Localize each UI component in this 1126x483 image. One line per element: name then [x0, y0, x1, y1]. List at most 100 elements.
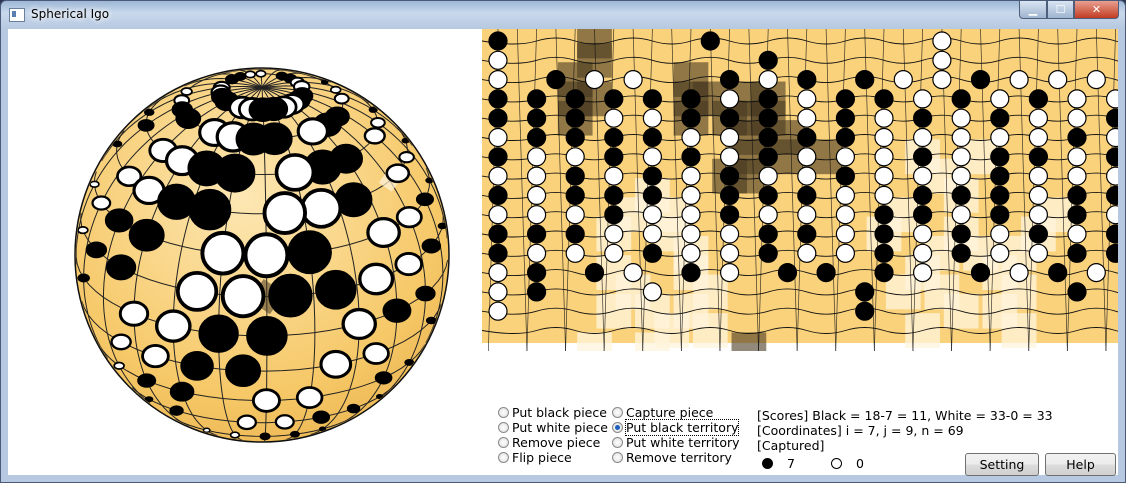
- white-stone[interactable]: [1028, 185, 1049, 205]
- black-stone[interactable]: [1028, 89, 1049, 109]
- black-stone[interactable]: [248, 97, 278, 123]
- black-stone[interactable]: [835, 127, 855, 148]
- white-stone[interactable]: [681, 166, 701, 186]
- black-stone[interactable]: [642, 185, 662, 205]
- black-stone[interactable]: [526, 108, 547, 128]
- black-stone[interactable]: [526, 282, 547, 302]
- black-stone[interactable]: [913, 205, 933, 225]
- black-stone[interactable]: [604, 185, 624, 205]
- white-stone[interactable]: [1067, 147, 1087, 167]
- black-stone[interactable]: [112, 140, 123, 148]
- white-stone[interactable]: [488, 282, 508, 302]
- white-stone[interactable]: [1048, 69, 1068, 90]
- black-stone[interactable]: [874, 224, 894, 244]
- black-stone[interactable]: [198, 314, 239, 353]
- white-stone[interactable]: [797, 147, 817, 167]
- white-stone[interactable]: [584, 69, 605, 90]
- white-stone[interactable]: [642, 147, 662, 167]
- black-stone[interactable]: [565, 108, 585, 128]
- white-stone[interactable]: [951, 147, 971, 167]
- white-stone[interactable]: [913, 243, 933, 263]
- black-stone[interactable]: [315, 269, 357, 310]
- white-stone[interactable]: [720, 224, 740, 244]
- radio-put-black-territory[interactable]: Put black territory: [612, 419, 740, 436]
- black-stone[interactable]: [320, 79, 329, 85]
- white-stone[interactable]: [251, 388, 281, 413]
- white-stone[interactable]: [488, 127, 508, 148]
- white-stone[interactable]: [333, 92, 350, 105]
- black-stone[interactable]: [565, 127, 585, 148]
- black-stone[interactable]: [642, 166, 662, 186]
- black-stone[interactable]: [128, 218, 165, 252]
- white-stone[interactable]: [758, 166, 778, 186]
- white-stone[interactable]: [623, 263, 643, 283]
- black-stone[interactable]: [797, 69, 817, 90]
- black-stone[interactable]: [488, 243, 508, 263]
- radio-indicator[interactable]: [498, 452, 509, 463]
- black-stone[interactable]: [421, 238, 442, 254]
- white-stone[interactable]: [874, 166, 894, 186]
- white-stone[interactable]: [797, 89, 817, 109]
- radio-remove-piece[interactable]: Remove piece: [498, 435, 608, 450]
- black-stone[interactable]: [565, 89, 585, 109]
- black-stone[interactable]: [855, 282, 875, 302]
- black-stone[interactable]: [855, 69, 875, 90]
- black-stone[interactable]: [990, 108, 1010, 128]
- black-stone[interactable]: [312, 410, 331, 424]
- white-stone[interactable]: [642, 224, 662, 244]
- black-stone[interactable]: [565, 166, 585, 186]
- white-stone[interactable]: [1067, 108, 1087, 128]
- white-stone[interactable]: [141, 344, 170, 369]
- white-stone[interactable]: [874, 147, 894, 167]
- black-stone[interactable]: [951, 185, 971, 205]
- black-stone[interactable]: [990, 185, 1010, 205]
- white-stone[interactable]: [295, 386, 324, 410]
- black-stone[interactable]: [137, 373, 157, 388]
- radio-indicator[interactable]: [612, 452, 623, 463]
- white-stone[interactable]: [1086, 69, 1106, 90]
- black-stone[interactable]: [681, 89, 701, 109]
- white-stone[interactable]: [913, 263, 933, 283]
- white-stone[interactable]: [1009, 69, 1029, 90]
- radio-capture-piece[interactable]: Capture piece: [612, 405, 740, 420]
- white-stone[interactable]: [1009, 263, 1029, 283]
- black-stone[interactable]: [382, 298, 412, 323]
- black-stone[interactable]: [287, 230, 332, 275]
- black-stone[interactable]: [188, 188, 232, 231]
- black-stone[interactable]: [758, 127, 778, 148]
- black-stone[interactable]: [758, 50, 778, 70]
- white-stone[interactable]: [604, 243, 624, 263]
- black-stone[interactable]: [797, 185, 817, 205]
- white-stone[interactable]: [642, 282, 662, 302]
- white-stone[interactable]: [604, 166, 624, 186]
- white-stone[interactable]: [951, 108, 971, 128]
- white-stone[interactable]: [1067, 224, 1087, 244]
- black-stone[interactable]: [425, 316, 437, 325]
- white-stone[interactable]: [1028, 108, 1049, 128]
- white-stone[interactable]: [526, 166, 547, 186]
- black-stone[interactable]: [175, 107, 202, 129]
- black-stone[interactable]: [565, 224, 585, 244]
- white-stone[interactable]: [835, 185, 855, 205]
- white-stone[interactable]: [358, 262, 395, 296]
- white-stone[interactable]: [681, 185, 701, 205]
- black-stone[interactable]: [488, 224, 508, 244]
- black-stone[interactable]: [990, 166, 1010, 186]
- white-stone[interactable]: [681, 224, 701, 244]
- black-stone[interactable]: [642, 127, 662, 148]
- white-stone[interactable]: [951, 205, 971, 225]
- minimize-button[interactable]: ▁: [1019, 1, 1047, 19]
- white-stone[interactable]: [366, 216, 401, 249]
- black-stone[interactable]: [970, 69, 991, 90]
- black-stone[interactable]: [874, 205, 894, 225]
- white-stone[interactable]: [797, 243, 817, 263]
- white-stone[interactable]: [951, 127, 971, 148]
- black-stone[interactable]: [990, 205, 1010, 225]
- radio-indicator[interactable]: [498, 407, 509, 418]
- radio-indicator[interactable]: [498, 422, 509, 433]
- white-stone[interactable]: [1028, 243, 1049, 263]
- black-stone[interactable]: [1067, 243, 1087, 263]
- radio-put-white-territory[interactable]: Put white territory: [612, 435, 740, 450]
- black-stone[interactable]: [604, 205, 624, 225]
- white-stone[interactable]: [913, 166, 933, 186]
